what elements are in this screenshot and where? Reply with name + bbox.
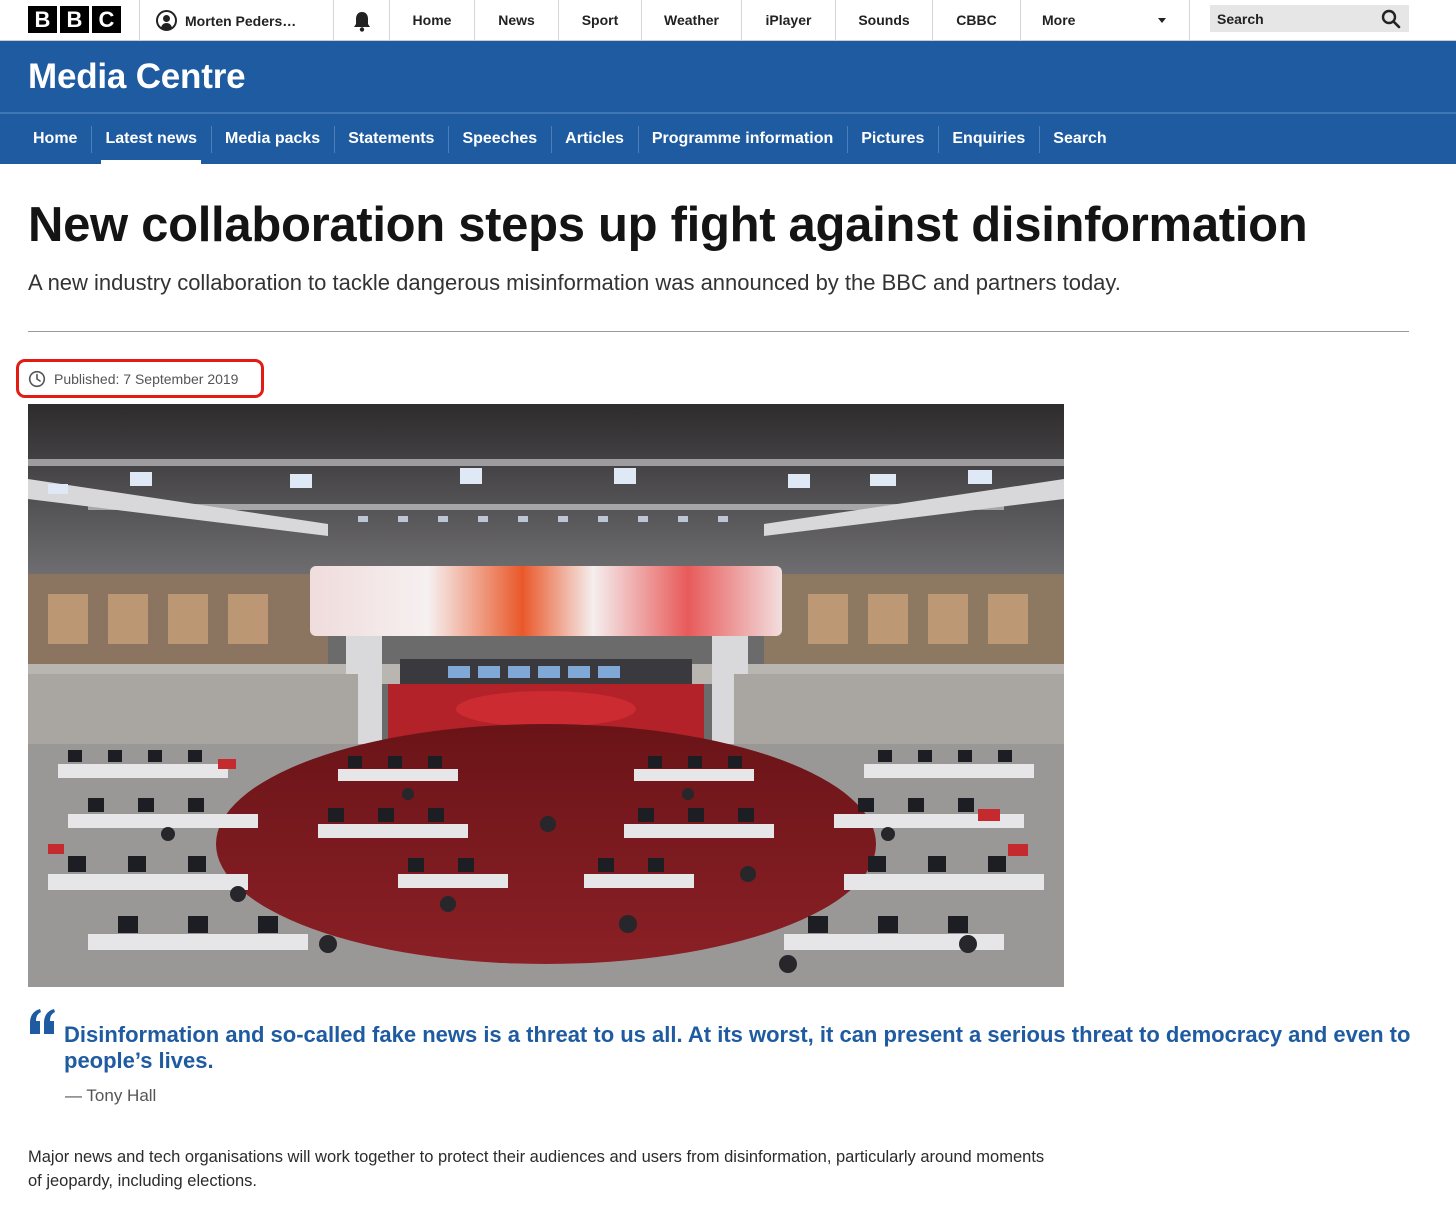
- logo-letter: C: [92, 6, 121, 33]
- section-nav-media-packs[interactable]: Media packs: [211, 114, 334, 164]
- divider: [139, 0, 140, 41]
- divider: [28, 331, 1409, 332]
- section-nav-search[interactable]: Search: [1039, 114, 1120, 164]
- quote-mark-icon: [30, 1009, 55, 1034]
- section-nav-programme-information[interactable]: Programme information: [637, 114, 847, 164]
- bbc-logo[interactable]: B B C: [28, 6, 121, 33]
- chevron-down-icon[interactable]: [1158, 18, 1166, 23]
- section-nav-latest-news[interactable]: Latest news: [91, 114, 211, 164]
- newsroom-photo-illustration: [28, 404, 1064, 987]
- published-date-text: Published: 7 September 2019: [54, 370, 239, 387]
- global-nav-home[interactable]: Home: [390, 0, 474, 41]
- section-nav-enquiries[interactable]: Enquiries: [938, 114, 1039, 164]
- account-name: Morten Peders…: [185, 12, 297, 29]
- user-icon: [156, 10, 177, 31]
- divider: [333, 0, 334, 41]
- global-navigation: B B C Morten Peders… Home News Sport Wea…: [0, 0, 1456, 41]
- global-nav-iplayer[interactable]: iPlayer: [742, 0, 835, 41]
- bell-icon[interactable]: [352, 10, 372, 32]
- article-paragraph: Major news and tech organisations will w…: [28, 1148, 1045, 1190]
- section-nav-speeches[interactable]: Speeches: [448, 114, 551, 164]
- newsroom-photo: [28, 404, 1064, 987]
- section-nav-articles[interactable]: Articles: [551, 114, 638, 164]
- site-title[interactable]: Media Centre: [28, 57, 246, 97]
- section-nav-pictures[interactable]: Pictures: [847, 114, 938, 164]
- section-nav: Home Latest news Media packs Statements …: [19, 114, 1121, 164]
- global-nav-sounds[interactable]: Sounds: [836, 0, 932, 41]
- article-headline: New collaboration steps up fight against…: [28, 198, 1308, 252]
- section-nav-statements[interactable]: Statements: [334, 114, 448, 164]
- logo-letter: B: [28, 6, 57, 33]
- divider: [1189, 0, 1190, 41]
- account-link[interactable]: Morten Peders…: [156, 0, 296, 41]
- global-nav-sport[interactable]: Sport: [559, 0, 641, 41]
- article-standfirst: A new industry collaboration to tackle d…: [28, 270, 1121, 295]
- clock-icon: [28, 370, 46, 387]
- search-box: [1210, 5, 1409, 32]
- divider: [1020, 0, 1021, 41]
- quote-text: Disinformation and so-called fake news i…: [64, 1022, 1411, 1073]
- media-centre-header: Media Centre Home Latest news Media pack…: [0, 41, 1456, 164]
- published-date: Published: 7 September 2019: [16, 359, 264, 398]
- quote-attribution: — Tony Hall: [65, 1086, 157, 1105]
- global-nav-news[interactable]: News: [475, 0, 558, 41]
- search-input[interactable]: [1210, 5, 1375, 32]
- logo-letter: B: [60, 6, 89, 33]
- global-nav-cbbc[interactable]: CBBC: [933, 0, 1020, 41]
- global-nav-more[interactable]: More: [1042, 0, 1078, 41]
- search-icon[interactable]: [1381, 9, 1401, 29]
- section-nav-home[interactable]: Home: [19, 114, 91, 164]
- global-nav-weather[interactable]: Weather: [642, 0, 741, 41]
